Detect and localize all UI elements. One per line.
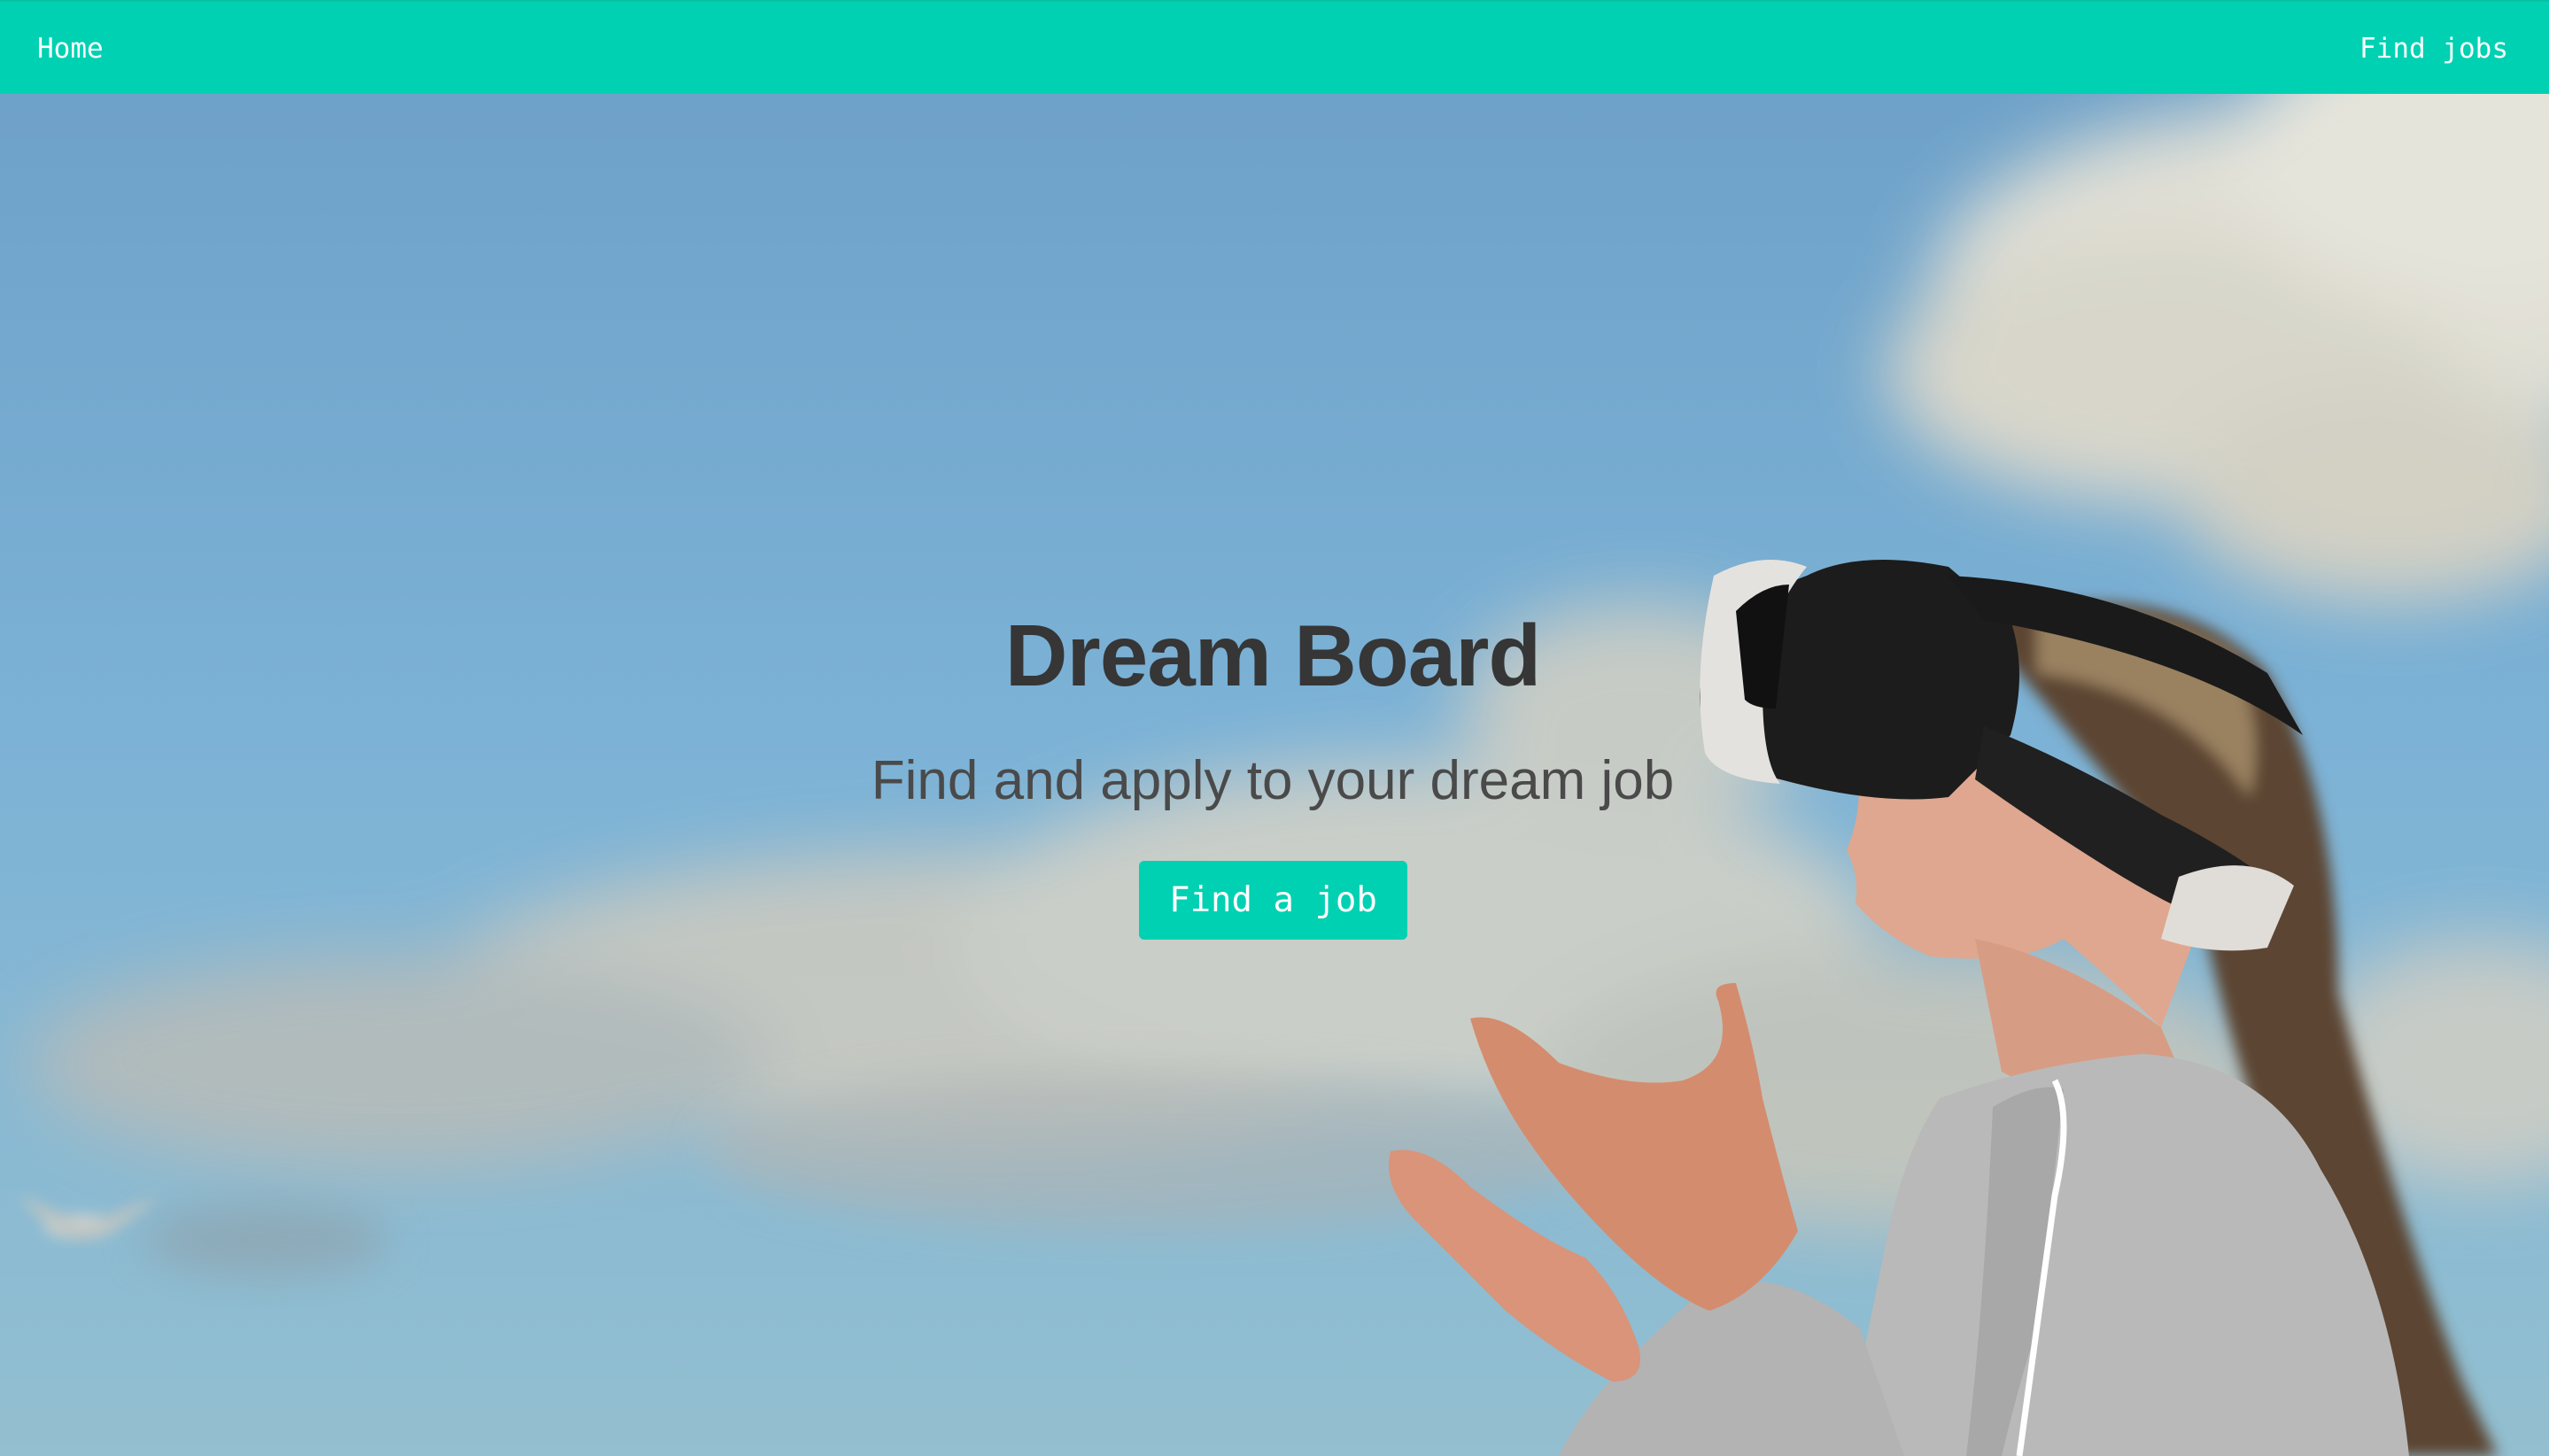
top-navbar: Home Find jobs: [0, 0, 2549, 94]
hero-section: Dream Board Find and apply to your dream…: [0, 0, 1674, 1456]
hero-subtitle: Find and apply to your dream job: [871, 750, 1675, 811]
nav-home-link[interactable]: Home: [37, 2, 104, 96]
find-a-job-button[interactable]: Find a job: [1139, 861, 1407, 940]
hero-title: Dream Board: [1004, 607, 1541, 704]
nav-find-jobs-link[interactable]: Find jobs: [2359, 2, 2508, 96]
